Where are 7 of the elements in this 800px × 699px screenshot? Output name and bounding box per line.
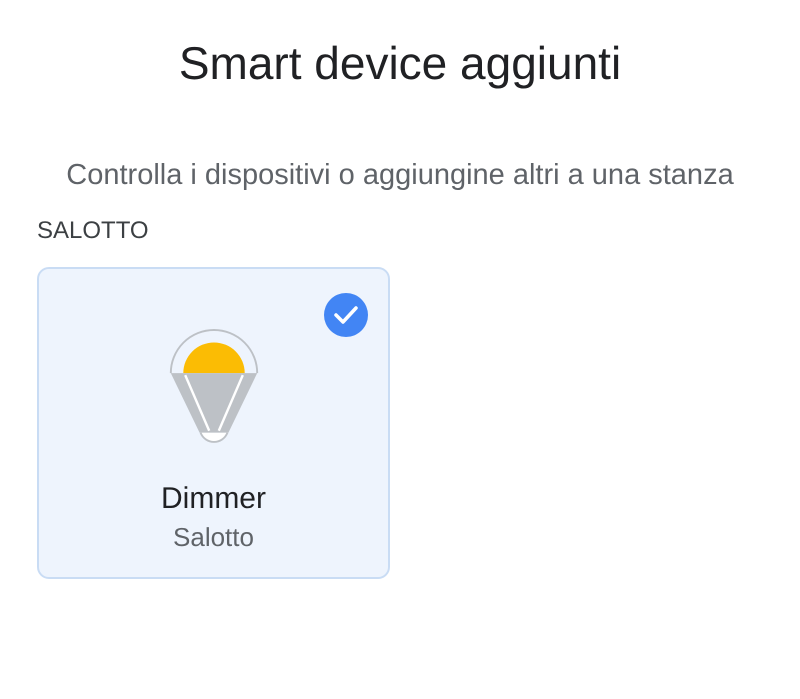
device-name: Dimmer	[161, 482, 266, 516]
page-title: Smart device aggiunti	[178, 36, 622, 90]
subtitle: Controlla i dispositivi o aggiungine altri a una stanza	[65, 158, 735, 193]
device-room: Salotto	[173, 522, 254, 553]
room-heading: SALOTTO	[37, 217, 150, 245]
checkmark-icon	[324, 293, 368, 337]
device-card[interactable]: Dimmer Salotto	[37, 267, 390, 579]
